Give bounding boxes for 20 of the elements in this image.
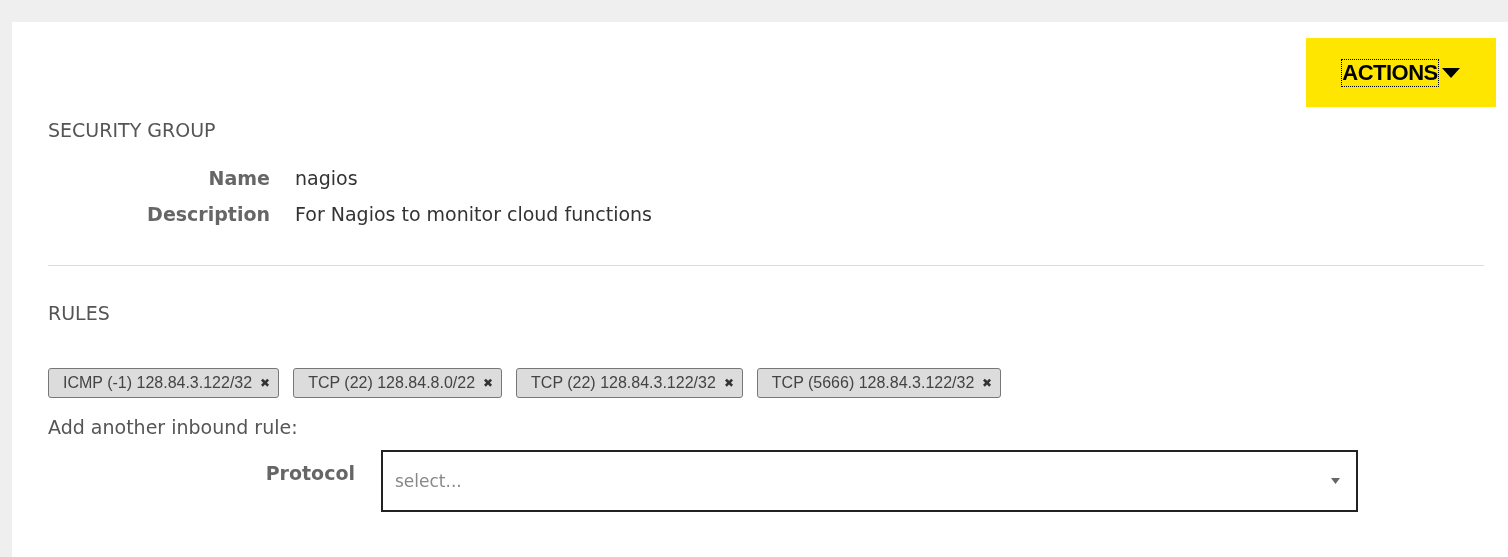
remove-button[interactable]: ✖ [483,376,494,390]
caret-icon [1441,67,1460,78]
rule-label: TCP (22) 128.84.3.122/32 [531,374,716,392]
field-value: For Nagios to monitor cloud functions [295,203,653,225]
add-rule-label: Add another inbound rule: [48,416,299,438]
field-label: Name [207,167,270,189]
field-value: nagios [295,167,359,189]
remove-button[interactable]: ✖ [982,376,993,390]
remove-button[interactable]: ✖ [260,376,271,390]
field-label: Description [146,203,270,225]
dropdown-caret-icon [1331,478,1340,484]
actions-button[interactable]: ACTIONS [1306,38,1496,107]
section-heading: SECURITY GROUP [48,119,217,141]
remove-button[interactable]: ✖ [723,376,734,390]
rule-label: TCP (5666) 128.84.3.122/32 [771,374,975,392]
rule-label: ICMP (-1) 128.84.3.122/32 [63,374,253,392]
protocol-label: Protocol [264,461,355,484]
protocol-select[interactable]: select... [381,450,1358,512]
rule-label: TCP (22) 128.84.8.0/22 [308,374,476,392]
section-heading: RULES [48,302,111,324]
